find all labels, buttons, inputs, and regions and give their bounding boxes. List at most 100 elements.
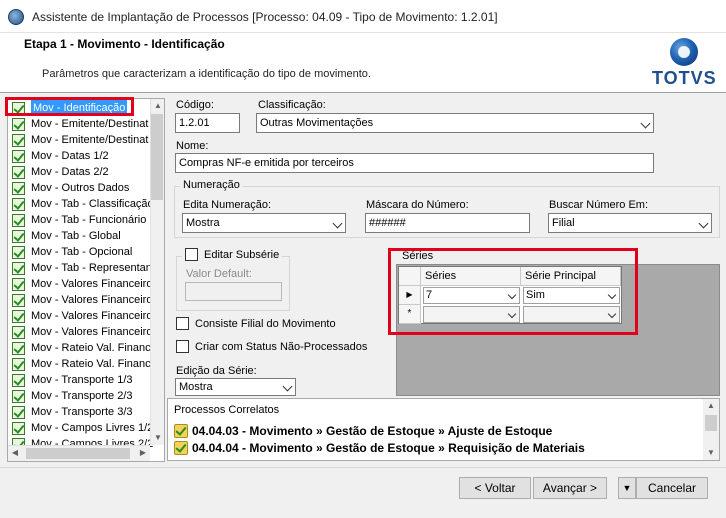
- app-icon: [8, 9, 24, 25]
- checked-checkbox-icon[interactable]: [12, 405, 25, 419]
- checked-checkbox-icon[interactable]: [12, 117, 25, 131]
- checked-checkbox-icon[interactable]: [12, 149, 25, 163]
- processo-item[interactable]: 04.04.04 - Movimento » Gestão de Estoque…: [174, 441, 585, 455]
- editar-subserie-checkbox[interactable]: [185, 248, 198, 261]
- highlight-box-series: [388, 248, 638, 335]
- list-item[interactable]: Mov - Tab - Opcional: [8, 244, 164, 260]
- consiste-filial-label: Consiste Filial do Movimento: [195, 317, 336, 330]
- checked-checkbox-icon[interactable]: [12, 197, 25, 211]
- mascara-label: Máscara do Número:: [366, 199, 469, 211]
- list-item[interactable]: Mov - Valores Financeiro: [8, 276, 164, 292]
- checked-checkbox-icon[interactable]: [12, 213, 25, 227]
- list-item-label: Mov - Transporte 1/3: [31, 374, 133, 386]
- checked-checkbox-icon[interactable]: [12, 341, 25, 355]
- list-item[interactable]: Mov - Rateio Val. Financ: [8, 340, 164, 356]
- checked-checkbox-icon[interactable]: [12, 357, 25, 371]
- dropdown-arrow-button[interactable]: ▼: [618, 477, 636, 499]
- list-item[interactable]: Mov - Campos Livres 1/2: [8, 420, 164, 436]
- list-item[interactable]: Mov - Transporte 2/3: [8, 388, 164, 404]
- edita-numeracao-select[interactable]: Mostra: [182, 213, 346, 233]
- list-item[interactable]: Mov - Emitente/Destinat: [8, 132, 164, 148]
- cancelar-button[interactable]: Cancelar: [636, 477, 708, 499]
- buscar-value: Filial: [552, 217, 575, 229]
- list-item[interactable]: Mov - Emitente/Destinat: [8, 116, 164, 132]
- list-item[interactable]: Mov - Datas 1/2: [8, 148, 164, 164]
- list-item[interactable]: Mov - Tab - Representan: [8, 260, 164, 276]
- checked-checkbox-icon[interactable]: [12, 229, 25, 243]
- list-item[interactable]: Mov - Valores Financeiro: [8, 292, 164, 308]
- list-item-label: Mov - Transporte 3/3: [31, 406, 133, 418]
- scroll-up-arrow-icon[interactable]: ▲: [703, 399, 719, 413]
- totvs-logo-text: TOTVS: [652, 68, 717, 88]
- checked-checkbox-icon[interactable]: [12, 261, 25, 275]
- editar-subserie-checkbox-row[interactable]: Editar Subsérie: [182, 248, 283, 261]
- numeracao-title: Numeração: [180, 179, 243, 191]
- scroll-down-arrow-icon[interactable]: ▼: [151, 431, 165, 445]
- list-item-label: Mov - Valores Financeiro: [31, 326, 153, 338]
- processo-item-label: 04.04.03 - Movimento » Gestão de Estoque…: [192, 424, 553, 438]
- checked-checkbox-icon[interactable]: [12, 421, 25, 435]
- process-check-icon: [174, 441, 188, 455]
- list-item-label: Mov - Emitente/Destinat: [31, 134, 149, 146]
- checked-checkbox-icon[interactable]: [12, 133, 25, 147]
- list-item[interactable]: Mov - Valores Financeiro: [8, 308, 164, 324]
- classificacao-select[interactable]: Outras Movimentações: [256, 113, 654, 133]
- valor-default-label: Valor Default:: [186, 268, 252, 280]
- list-item-label: Mov - Datas 1/2: [31, 150, 109, 162]
- edita-numeracao-value: Mostra: [186, 217, 220, 229]
- nome-field[interactable]: Compras NF-e emitida por terceiros: [175, 153, 654, 173]
- steps-tree[interactable]: Mov - Identificação Mov - Emitente/Destin…: [7, 98, 165, 462]
- scroll-right-arrow-icon[interactable]: ▶: [136, 446, 150, 460]
- steps-horizontal-scroll-thumb[interactable]: [26, 448, 130, 459]
- list-item-label: Mov - Emitente/Destinat: [31, 118, 149, 130]
- checked-checkbox-icon[interactable]: [12, 373, 25, 387]
- list-item-label: Mov - Rateio Val. Financ: [31, 358, 151, 370]
- voltar-button[interactable]: < Voltar: [459, 477, 531, 499]
- list-item[interactable]: Mov - Valores Financeiro: [8, 324, 164, 340]
- avancar-button[interactable]: Avançar >: [533, 477, 607, 499]
- list-item[interactable]: Mov - Datas 2/2: [8, 164, 164, 180]
- consiste-filial-checkbox[interactable]: [176, 317, 189, 330]
- processo-item[interactable]: 04.04.03 - Movimento » Gestão de Estoque…: [174, 424, 552, 438]
- checked-checkbox-icon[interactable]: [12, 245, 25, 259]
- buscar-select[interactable]: Filial: [548, 213, 712, 233]
- list-item-label: Mov - Rateio Val. Financ: [31, 342, 151, 354]
- processos-title: Processos Correlatos: [174, 404, 280, 416]
- processos-scrollbar[interactable]: ▲ ▼: [703, 399, 719, 460]
- list-item[interactable]: Mov - Transporte 1/3: [8, 372, 164, 388]
- consiste-filial-row[interactable]: Consiste Filial do Movimento: [176, 317, 336, 330]
- editar-subserie-label: Editar Subsérie: [204, 248, 280, 261]
- list-item[interactable]: Mov - Tab - Classificação: [8, 196, 164, 212]
- processos-correlatos-panel[interactable]: Processos Correlatos 04.04.03 - Moviment…: [167, 398, 720, 461]
- list-item[interactable]: Mov - Tab - Funcionário: [8, 212, 164, 228]
- scroll-left-arrow-icon[interactable]: ◀: [8, 446, 22, 460]
- checked-checkbox-icon[interactable]: [12, 277, 25, 291]
- checked-checkbox-icon[interactable]: [12, 325, 25, 339]
- checked-checkbox-icon[interactable]: [12, 165, 25, 179]
- nome-label: Nome:: [176, 140, 209, 152]
- codigo-field[interactable]: 1.2.01: [175, 113, 240, 133]
- processos-scroll-thumb[interactable]: [705, 415, 717, 431]
- checked-checkbox-icon[interactable]: [12, 309, 25, 323]
- window-title: Assistente de Implantação de Processos […: [32, 10, 498, 24]
- list-item-label: Mov - Valores Financeiro: [31, 278, 153, 290]
- list-item[interactable]: Mov - Tab - Global: [8, 228, 164, 244]
- list-item[interactable]: Mov - Outros Dados: [8, 180, 164, 196]
- steps-vertical-scroll-thumb[interactable]: [151, 114, 163, 200]
- buscar-label: Buscar Número Em:: [549, 199, 649, 211]
- mascara-field[interactable]: ######: [365, 213, 530, 233]
- checked-checkbox-icon[interactable]: [12, 181, 25, 195]
- list-item-label: Mov - Datas 2/2: [31, 166, 109, 178]
- scroll-up-arrow-icon[interactable]: ▲: [151, 99, 165, 113]
- list-item[interactable]: Mov - Rateio Val. Financ: [8, 356, 164, 372]
- list-item-label: Mov - Tab - Funcionário: [31, 214, 147, 226]
- chevron-down-icon: [640, 118, 651, 129]
- criar-status-checkbox[interactable]: [176, 340, 189, 353]
- list-item[interactable]: Mov - Transporte 3/3: [8, 404, 164, 420]
- edicao-serie-label: Edição da Série:: [176, 365, 257, 377]
- checked-checkbox-icon[interactable]: [12, 293, 25, 307]
- criar-status-row[interactable]: Criar com Status Não-Processados: [176, 340, 367, 353]
- edicao-serie-select[interactable]: Mostra: [175, 378, 296, 396]
- checked-checkbox-icon[interactable]: [12, 389, 25, 403]
- scroll-down-arrow-icon[interactable]: ▼: [703, 446, 719, 460]
